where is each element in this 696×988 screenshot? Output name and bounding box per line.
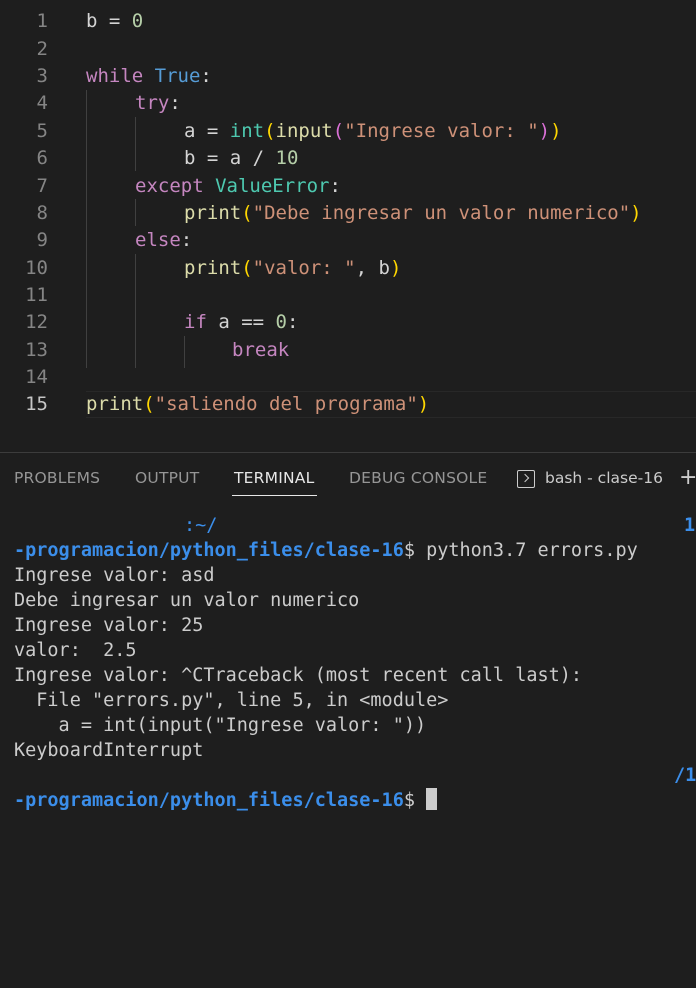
code-line-7[interactable]: except ValueError: bbox=[135, 173, 341, 200]
line-number: 7 bbox=[36, 175, 48, 197]
indent-guide bbox=[86, 90, 87, 368]
tab-debug-console[interactable]: DEBUG CONSOLE bbox=[349, 469, 487, 487]
terminal-line: valor: 2.5 bbox=[14, 640, 137, 661]
terminal-prompt-fragment-right: /1 bbox=[674, 765, 696, 786]
terminal-prompt-fragment: :~/ bbox=[184, 515, 218, 536]
tab-problems[interactable]: PROBLEMS bbox=[14, 469, 100, 487]
line-number: 12 bbox=[25, 311, 48, 333]
bottom-panel: PROBLEMS OUTPUT TERMINAL DEBUG CONSOLE b… bbox=[0, 452, 696, 827]
indent-guide bbox=[135, 199, 136, 226]
indent-guide bbox=[135, 254, 136, 368]
code-line-1[interactable]: b = 0 bbox=[86, 8, 143, 35]
indent-guide bbox=[184, 336, 185, 368]
line-number: 1 bbox=[36, 10, 48, 32]
line-number: 14 bbox=[25, 366, 48, 388]
new-terminal-plus-icon[interactable]: + bbox=[679, 465, 696, 490]
active-tab-indicator bbox=[232, 495, 317, 496]
indent-guide bbox=[135, 117, 136, 171]
terminal-icon[interactable] bbox=[517, 470, 535, 488]
terminal-line: Debe ingresar un valor numerico bbox=[14, 590, 360, 611]
code-line-13[interactable]: break bbox=[232, 337, 289, 364]
tab-terminal[interactable]: TERMINAL bbox=[234, 469, 314, 487]
line-number: 10 bbox=[25, 257, 48, 279]
terminal-cursor[interactable] bbox=[426, 788, 438, 810]
line-number-active: 15 bbox=[25, 393, 48, 415]
terminal-command-line: -programacion/python_files/clase-16$ pyt… bbox=[14, 540, 638, 561]
tab-output[interactable]: OUTPUT bbox=[135, 469, 199, 487]
terminal-line: Ingrese valor: ^CTraceback (most recent … bbox=[14, 665, 583, 686]
code-line-8[interactable]: print("Debe ingresar un valor numerico") bbox=[184, 200, 642, 227]
line-number: 9 bbox=[36, 229, 48, 251]
terminal-prompt-line: -programacion/python_files/clase-16$ bbox=[14, 788, 438, 813]
terminal-line: Ingrese valor: asd bbox=[14, 565, 215, 586]
line-number: 6 bbox=[36, 147, 48, 169]
code-editor[interactable]: 1 2 3 4 5 6 7 8 9 10 11 12 13 14 15 b = … bbox=[0, 0, 696, 452]
terminal-line: a = int(input("Ingrese valor: ")) bbox=[14, 715, 427, 736]
code-line-15[interactable]: print("saliendo del programa") bbox=[86, 391, 429, 418]
terminal-line: File "errors.py", line 5, in <module> bbox=[14, 690, 449, 711]
code-line-4[interactable]: try: bbox=[135, 90, 181, 117]
terminal-select-dropdown[interactable]: bash - clase-16 bbox=[545, 469, 663, 487]
line-number: 11 bbox=[25, 284, 48, 306]
terminal-line: KeyboardInterrupt bbox=[14, 740, 204, 761]
terminal-command: python3.7 errors.py bbox=[426, 540, 638, 561]
panel-tabs: PROBLEMS OUTPUT TERMINAL DEBUG CONSOLE b… bbox=[0, 453, 696, 503]
code-line-10[interactable]: print("valor: ", b) bbox=[184, 255, 401, 282]
terminal-line: Ingrese valor: 25 bbox=[14, 615, 204, 636]
line-number: 13 bbox=[25, 339, 48, 361]
line-number: 4 bbox=[36, 92, 48, 114]
line-number: 3 bbox=[36, 65, 48, 87]
terminal-prompt-fragment-right: 1 bbox=[684, 515, 696, 536]
code-line-5[interactable]: a = int(input("Ingrese valor: ")) bbox=[184, 118, 562, 145]
code-line-12[interactable]: if a == 0: bbox=[184, 309, 298, 336]
line-number: 8 bbox=[36, 202, 48, 224]
code-line-9[interactable]: else: bbox=[135, 227, 192, 254]
terminal-output[interactable]: :~/ 1 -programacion/python_files/clase-1… bbox=[14, 513, 696, 988]
code-line-6[interactable]: b = a / 10 bbox=[184, 145, 298, 172]
code-line-3[interactable]: while True: bbox=[86, 63, 212, 90]
line-number: 2 bbox=[36, 38, 48, 60]
line-number: 5 bbox=[36, 120, 48, 142]
